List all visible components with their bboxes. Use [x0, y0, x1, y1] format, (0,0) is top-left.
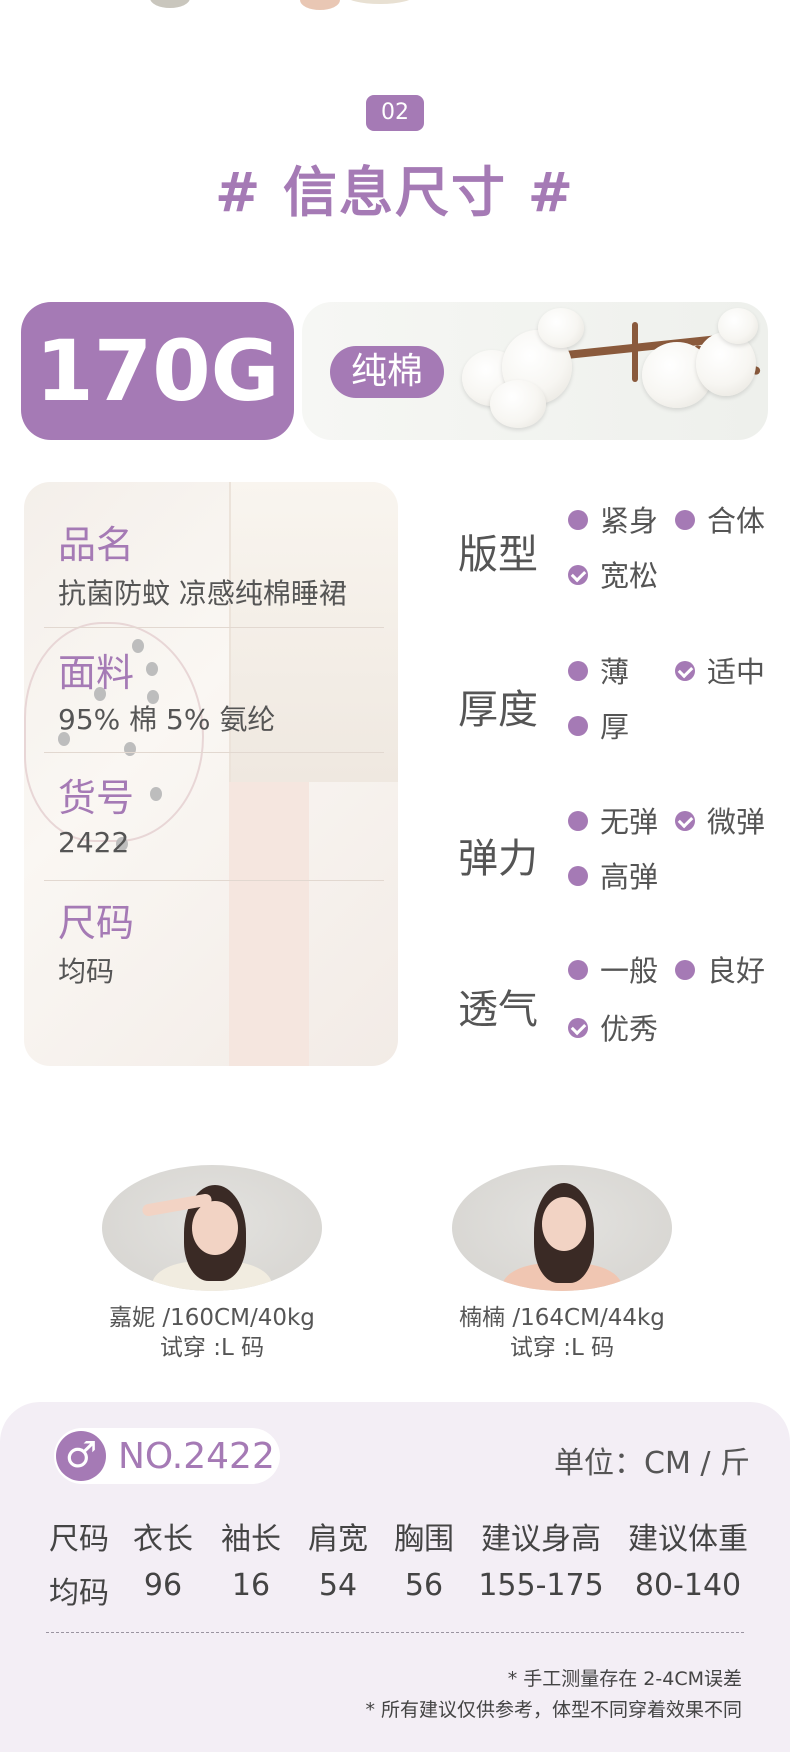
fabric-value: 95% 棉 5% 氨纶 [58, 703, 276, 736]
material-pill: 纯棉 [330, 346, 444, 398]
fabric-label: 面料 [58, 651, 135, 695]
section-number-badge: 02 [366, 95, 424, 131]
product-name-value: 抗菌防蚊 凉感纯棉睡裙 [58, 577, 347, 610]
fit-disclaimer-note: * 所有建议仅供参考，体型不同穿着效果不同 [365, 1699, 742, 1721]
check-icon [568, 1018, 588, 1038]
dot-icon [568, 811, 588, 831]
model-photo-2 [452, 1165, 672, 1291]
table-cell: 80-140 [634, 1568, 742, 1603]
option-excellent-checked: 优秀 [568, 1012, 658, 1046]
dot-icon [568, 960, 588, 980]
table-cell: 均码 [49, 1576, 109, 1611]
model-2-caption: 楠楠 /164CM/44kg 试穿 :L 码 [412, 1303, 712, 1363]
model-1-info: 嘉妮 /160CM/40kg [109, 1305, 315, 1331]
table-cell: 96 [143, 1568, 183, 1603]
table-header-cell: 肩宽 [308, 1522, 368, 1557]
option-average: 一般 [568, 954, 658, 988]
cotton-material-card: 纯棉 [302, 302, 768, 440]
option-thin: 薄 [568, 655, 629, 689]
size-value: 均码 [58, 955, 115, 988]
table-cell: 56 [404, 1568, 444, 1603]
option-high-stretch: 高弹 [568, 860, 658, 894]
table-header-cell: 建议体重 [628, 1522, 748, 1557]
attribute-name: 厚度 [458, 687, 538, 733]
check-icon [675, 811, 695, 831]
sku-label: 货号 [58, 776, 135, 820]
table-header-cell: 袖长 [221, 1522, 281, 1557]
section-title: # 信息尺寸 # [214, 161, 576, 224]
model-2-tryon: 试穿 :L 码 [509, 1335, 615, 1361]
sku-value: 2422 [58, 826, 130, 859]
attribute-name: 弹力 [458, 836, 538, 882]
table-header-cell: 胸围 [394, 1522, 454, 1557]
dot-icon [568, 866, 588, 886]
size-label: 尺码 [58, 901, 135, 945]
model-1-caption: 嘉妮 /160CM/40kg 试穿 :L 码 [62, 1303, 362, 1363]
table-cell: 54 [318, 1568, 358, 1603]
product-number: NO.2422 [118, 1436, 275, 1477]
model-1-tryon: 试穿 :L 码 [159, 1335, 265, 1361]
table-cell: 155-175 [478, 1568, 604, 1603]
male-symbol-icon: ♂ [56, 1431, 106, 1481]
option-slight-stretch-checked: 微弹 [675, 805, 765, 839]
attribute-name: 版型 [458, 532, 538, 578]
attribute-name: 透气 [458, 987, 538, 1033]
dot-icon [568, 510, 588, 530]
model-2-info: 楠楠 /164CM/44kg [459, 1305, 665, 1331]
table-header-cell: 建议身高 [481, 1522, 601, 1557]
measurement-note: * 手工测量存在 2-4CM误差 [507, 1668, 742, 1690]
table-cell: 16 [231, 1568, 271, 1603]
fabric-weight-badge: 170G [21, 302, 294, 440]
dot-icon [675, 960, 695, 980]
top-product-image-strip [0, 0, 790, 14]
option-thick: 厚 [568, 710, 629, 744]
divider [46, 1632, 744, 1633]
option-good: 良好 [675, 954, 765, 988]
model-photo-1 [102, 1165, 322, 1291]
product-name-label: 品名 [58, 523, 135, 567]
dot-icon [675, 510, 695, 530]
option-tight: 紧身 [568, 504, 658, 538]
option-medium-checked: 适中 [675, 655, 765, 689]
option-loose-checked: 宽松 [568, 559, 658, 593]
dot-icon [568, 661, 588, 681]
option-no-stretch: 无弹 [568, 805, 658, 839]
check-icon [675, 661, 695, 681]
dot-icon [568, 716, 588, 736]
option-regular: 合体 [675, 504, 765, 538]
unit-label: 单位：CM / 斤 [554, 1446, 751, 1481]
table-header-cell: 衣长 [133, 1522, 193, 1557]
check-icon [568, 565, 588, 585]
table-header-cell: 尺码 [49, 1522, 109, 1557]
product-info-card: 品名 抗菌防蚊 凉感纯棉睡裙 面料 95% 棉 5% 氨纶 货号 2422 尺码… [24, 482, 398, 1066]
